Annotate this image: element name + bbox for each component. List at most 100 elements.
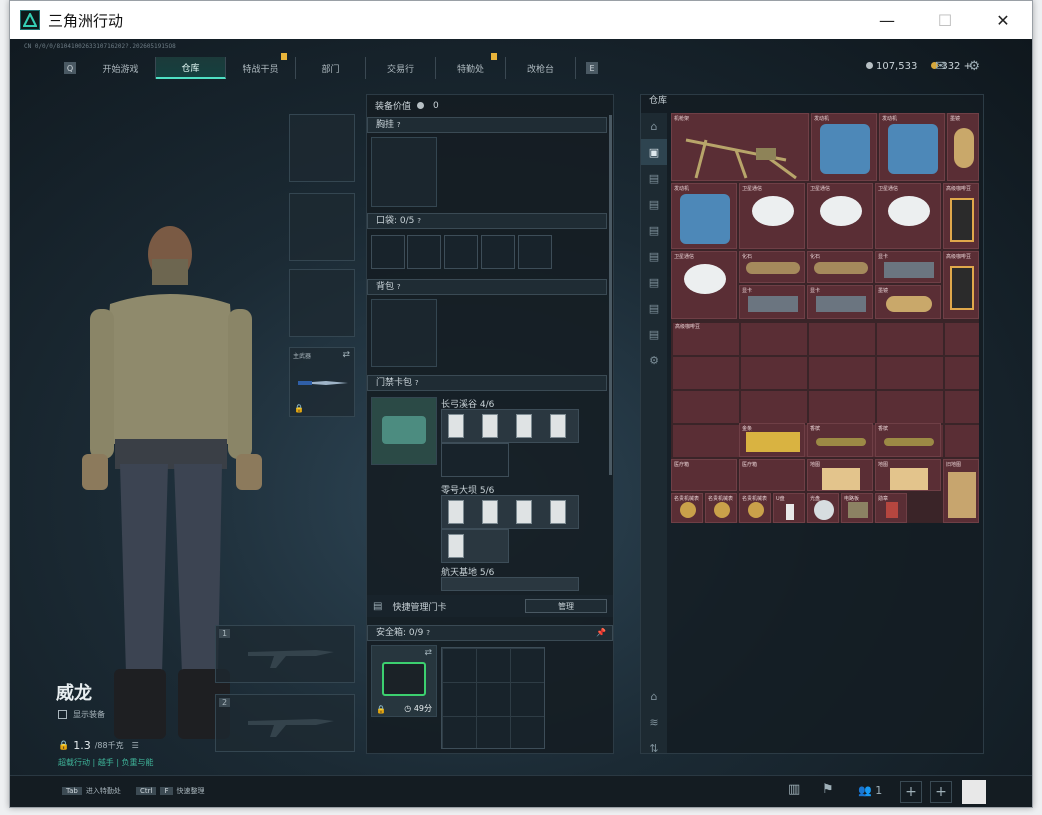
- show-gear-toggle[interactable]: 显示装备: [58, 709, 105, 720]
- pocket-slot[interactable]: [518, 235, 552, 269]
- storage-tab-1-icon[interactable]: ▣: [641, 139, 667, 165]
- melee-slot[interactable]: 主武器 ⇄ 🔒: [289, 347, 355, 417]
- storage-layers-icon[interactable]: ≋: [641, 709, 667, 735]
- storage-item[interactable]: 显卡: [739, 285, 805, 319]
- keycard[interactable]: [516, 414, 532, 438]
- primary-weapon-slot-2[interactable]: 2: [215, 694, 355, 752]
- safebox-slot[interactable]: ⇄ 🔒 ◷ 49分: [371, 645, 437, 717]
- storage-item[interactable]: 墨镜: [875, 285, 941, 319]
- storage-tab-4-icon[interactable]: ▤: [641, 217, 667, 243]
- settings-gear-icon[interactable]: ⚙: [968, 59, 980, 74]
- checkbox[interactable]: [58, 710, 67, 719]
- storage-item[interactable]: 地图: [875, 459, 941, 491]
- stats-icon[interactable]: ▥: [788, 782, 800, 797]
- storage-tab-8-icon[interactable]: ▤: [641, 321, 667, 347]
- manage-button[interactable]: 管理: [525, 599, 607, 613]
- storage-item[interactable]: 旧地图: [943, 459, 979, 523]
- friends-button[interactable]: 👥 1: [858, 784, 882, 797]
- storage-sort-icon[interactable]: ⌂: [641, 683, 667, 709]
- tab-gunsmith[interactable]: 改枪台: [506, 57, 576, 79]
- pin-icon[interactable]: 📌: [596, 626, 606, 640]
- storage-item[interactable]: 电路板: [841, 493, 873, 523]
- storage-item[interactable]: 勋章: [875, 493, 907, 523]
- storage-item[interactable]: 卫星通信: [739, 183, 805, 249]
- primary-weapon-slot-1[interactable]: 1: [215, 625, 355, 683]
- mail-icon[interactable]: ✉: [935, 59, 946, 74]
- storage-item[interactable]: 光盘: [807, 493, 839, 523]
- storage-item[interactable]: 医疗箱: [739, 459, 805, 491]
- pocket-slot[interactable]: [371, 235, 405, 269]
- nav-prev-key[interactable]: Q: [64, 62, 76, 74]
- tab-start-game[interactable]: 开始游戏: [86, 57, 156, 79]
- nav-next-key[interactable]: E: [586, 62, 598, 74]
- tab-trading[interactable]: 交易行: [366, 57, 436, 79]
- engine-icon: [888, 124, 938, 174]
- storage-item[interactable]: 名贵机械表: [739, 493, 771, 523]
- keycard[interactable]: [482, 500, 498, 524]
- storage-item[interactable]: 墨镜: [947, 113, 979, 181]
- keycard[interactable]: [448, 500, 464, 524]
- storage-item[interactable]: 高级咖啡豆: [943, 183, 979, 249]
- avatar[interactable]: [962, 780, 986, 804]
- tab-warehouse[interactable]: 仓库: [156, 57, 226, 79]
- storage-stats-icon[interactable]: ⇅: [641, 735, 667, 761]
- storage-item[interactable]: 卫星通信: [807, 183, 873, 249]
- storage-item[interactable]: 金条: [739, 423, 805, 457]
- pocket-slot[interactable]: [407, 235, 441, 269]
- storage-item[interactable]: 卫星通信: [671, 251, 737, 319]
- storage-item[interactable]: 化石: [739, 251, 805, 283]
- add-teammate-button[interactable]: +: [900, 781, 922, 803]
- close-button[interactable]: ✕: [974, 1, 1032, 39]
- storage-item[interactable]: 发动机: [671, 183, 737, 249]
- storage-item[interactable]: 地图: [807, 459, 873, 491]
- keycard[interactable]: [550, 500, 566, 524]
- storage-item[interactable]: 名贵机械表: [705, 493, 737, 523]
- backpack-slot[interactable]: [371, 299, 437, 367]
- storage-item[interactable]: 名贵机械表: [671, 493, 703, 523]
- storage-item[interactable]: 发动机: [879, 113, 945, 181]
- scrollbar[interactable]: [609, 115, 612, 475]
- storage-item[interactable]: 显卡: [875, 251, 941, 283]
- storage-item[interactable]: 卫星通信: [875, 183, 941, 249]
- helmet-slot[interactable]: [289, 114, 355, 182]
- storage-item[interactable]: 香槟: [807, 423, 873, 457]
- maximize-button[interactable]: ☐: [916, 1, 974, 39]
- safebox-grid[interactable]: [441, 647, 545, 749]
- storage-tab-5-icon[interactable]: ▤: [641, 243, 667, 269]
- armor-slot[interactable]: [289, 193, 355, 261]
- storage-home-icon[interactable]: ⌂: [641, 113, 667, 139]
- list-icon[interactable]: ☰: [132, 741, 139, 750]
- keycard[interactable]: [448, 534, 464, 558]
- swap-icon[interactable]: ⇄: [342, 350, 350, 360]
- storage-item[interactable]: 显卡: [807, 285, 873, 319]
- pocket-slot[interactable]: [444, 235, 478, 269]
- keycard[interactable]: [448, 414, 464, 438]
- keycard-empty-slot[interactable]: [441, 443, 509, 477]
- minimize-button[interactable]: —: [858, 1, 916, 39]
- storage-tab-3-icon[interactable]: ▤: [641, 191, 667, 217]
- keycard-bag-slot[interactable]: [371, 397, 437, 465]
- swap-icon[interactable]: ⇄: [424, 648, 432, 658]
- chest-rig-slot[interactable]: [371, 137, 437, 207]
- storage-tab-2-icon[interactable]: ▤: [641, 165, 667, 191]
- tab-department[interactable]: 部门: [296, 57, 366, 79]
- pocket-slot[interactable]: [481, 235, 515, 269]
- add-teammate-button[interactable]: +: [930, 781, 952, 803]
- flag-icon[interactable]: ⚑: [822, 782, 834, 797]
- pistol-slot[interactable]: [289, 269, 355, 337]
- storage-tab-6-icon[interactable]: ▤: [641, 269, 667, 295]
- storage-settings-icon[interactable]: ⚙: [641, 347, 667, 373]
- storage-item[interactable]: 医疗箱: [671, 459, 737, 491]
- storage-tab-7-icon[interactable]: ▤: [641, 295, 667, 321]
- keycard[interactable]: [516, 500, 532, 524]
- tab-operators[interactable]: 特战干员: [226, 53, 296, 79]
- storage-item[interactable]: 高级咖啡豆: [943, 251, 979, 319]
- storage-item[interactable]: 香槟: [875, 423, 941, 457]
- storage-item[interactable]: 发动机: [811, 113, 877, 181]
- tab-special-ops[interactable]: 特勤处: [436, 53, 506, 79]
- keycard[interactable]: [550, 414, 566, 438]
- storage-item[interactable]: 化石: [807, 251, 873, 283]
- storage-item[interactable]: 机枪架: [671, 113, 809, 181]
- keycard[interactable]: [482, 414, 498, 438]
- storage-item[interactable]: U盘: [773, 493, 805, 523]
